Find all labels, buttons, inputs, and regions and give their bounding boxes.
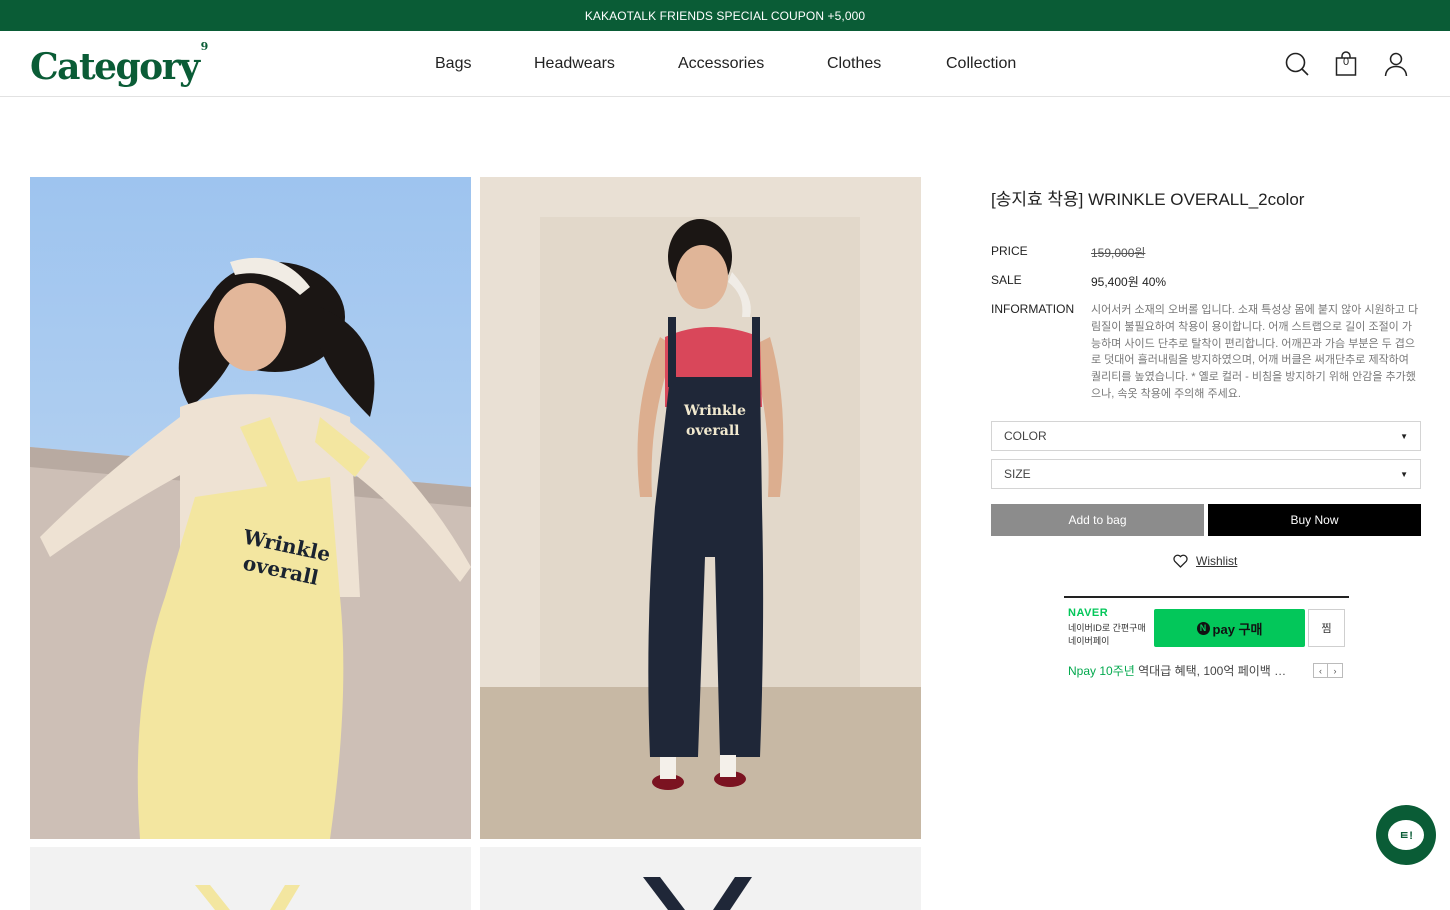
product-description: 시어서커 소재의 오버롤 입니다. 소재 특성상 몸에 붙지 않아 시원하고 다… — [1091, 304, 1419, 400]
sale-price: 95,400원 40% — [1091, 275, 1167, 289]
naver-subtext: 네이버ID로 간편구매 네이버페이 — [1068, 622, 1156, 648]
buy-now-button[interactable]: Buy Now — [1208, 504, 1421, 536]
original-price: 159,000원 — [1091, 246, 1146, 260]
product-info: [송지효 착용] WRINKLE OVERALL_2color PRICE 15… — [991, 180, 1421, 400]
product-photo-yellow[interactable]: Wrinkle overall — [30, 177, 471, 839]
announcement-bar[interactable]: KAKAOTALK FRIENDS SPECIAL COUPON +5,000 — [0, 0, 1450, 31]
product-photo-flat-navy[interactable] — [480, 847, 921, 910]
npay-button-label: pay 구매 — [1212, 621, 1263, 637]
account-button[interactable] — [1382, 50, 1410, 78]
chat-icon: ㅌ! — [1388, 820, 1424, 850]
chevron-down-icon: ▼ — [1400, 470, 1408, 479]
naver-brand: NAVER — [1068, 607, 1109, 619]
svg-text:Wrinkle: Wrinkle — [683, 403, 746, 419]
cart-count: 0 — [1342, 56, 1350, 68]
npay-badge-icon: N — [1196, 621, 1210, 635]
nav-label: Accessories — [678, 55, 765, 72]
chevron-down-icon: ▼ — [1400, 432, 1408, 441]
npay-buy-button[interactable]: N pay 구매 — [1154, 609, 1305, 647]
nav-headwears[interactable]: Headwears — [534, 31, 615, 97]
naver-sub-line: 네이버ID로 간편구매 — [1068, 623, 1146, 633]
promo-arrows: ‹ › — [1313, 663, 1343, 678]
heart-icon — [1173, 554, 1188, 568]
nav-label: Collection — [946, 55, 1017, 72]
chevron-left-icon[interactable]: ‹ — [1313, 663, 1328, 678]
color-select-label: COLOR — [1004, 429, 1047, 443]
wishlist-link[interactable]: Wishlist — [1173, 554, 1237, 568]
wishlist-label: Wishlist — [1196, 554, 1238, 568]
nav-label: Clothes — [827, 55, 882, 72]
user-icon — [1384, 52, 1408, 77]
nav-label: Bags — [435, 55, 472, 72]
information-label: INFORMATION — [991, 302, 1075, 316]
search-icon — [1285, 52, 1309, 76]
nav-label: Headwears — [534, 55, 615, 72]
nav-collection[interactable]: Collection — [946, 31, 1016, 97]
chat-button[interactable]: ㅌ! — [1376, 805, 1436, 865]
nav-accessories[interactable]: Accessories — [678, 31, 764, 97]
price-label: PRICE — [991, 244, 1028, 258]
promo-highlight: Npay 10주년 — [1068, 664, 1135, 678]
logo-mark: 9 — [200, 40, 209, 53]
nav-bags[interactable]: Bags — [435, 31, 471, 97]
npay-wish-button[interactable]: 찜 — [1308, 609, 1345, 647]
site-header: Category 9 Bags Headwears Accessories Clo… — [0, 31, 1450, 97]
size-select-label: SIZE — [1004, 467, 1031, 481]
nav-clothes[interactable]: Clothes — [827, 31, 881, 97]
product-photo-navy[interactable]: Wrinkle overall — [480, 177, 921, 839]
button-label: Buy Now — [1290, 513, 1339, 527]
product-photo-flat-yellow[interactable] — [30, 847, 471, 910]
naver-sub-line: 네이버페이 — [1068, 636, 1110, 646]
color-select[interactable]: COLOR ▼ — [991, 421, 1421, 451]
promo-rest: 역대급 혜택, 100억 페이백 … — [1134, 664, 1287, 678]
add-to-bag-button[interactable]: Add to bag — [991, 504, 1204, 536]
chevron-right-icon[interactable]: › — [1328, 663, 1343, 678]
button-label: Add to bag — [1068, 513, 1127, 527]
npay-promo-text[interactable]: Npay 10주년 역대급 혜택, 100억 페이백 … — [1068, 662, 1286, 679]
announcement-text: KAKAOTALK FRIENDS SPECIAL COUPON +5,000 — [584, 8, 866, 23]
product-title: [송지효 착용] WRINKLE OVERALL_2color — [991, 190, 1305, 209]
logo-text: Category — [30, 46, 200, 88]
naver-pay-widget: NAVER 네이버ID로 간편구매 네이버페이 N pay 구매 찜 Npay … — [1064, 596, 1349, 686]
svg-text:overall: overall — [686, 423, 739, 439]
cart-button[interactable]: 0 — [1332, 50, 1360, 78]
logo[interactable]: Category 9 — [30, 40, 209, 89]
size-select[interactable]: SIZE ▼ — [991, 459, 1421, 489]
search-button[interactable] — [1283, 50, 1311, 78]
chat-label: ㅌ! — [1399, 830, 1413, 842]
sale-label: SALE — [991, 273, 1022, 287]
jjim-label: 찜 — [1321, 623, 1332, 635]
